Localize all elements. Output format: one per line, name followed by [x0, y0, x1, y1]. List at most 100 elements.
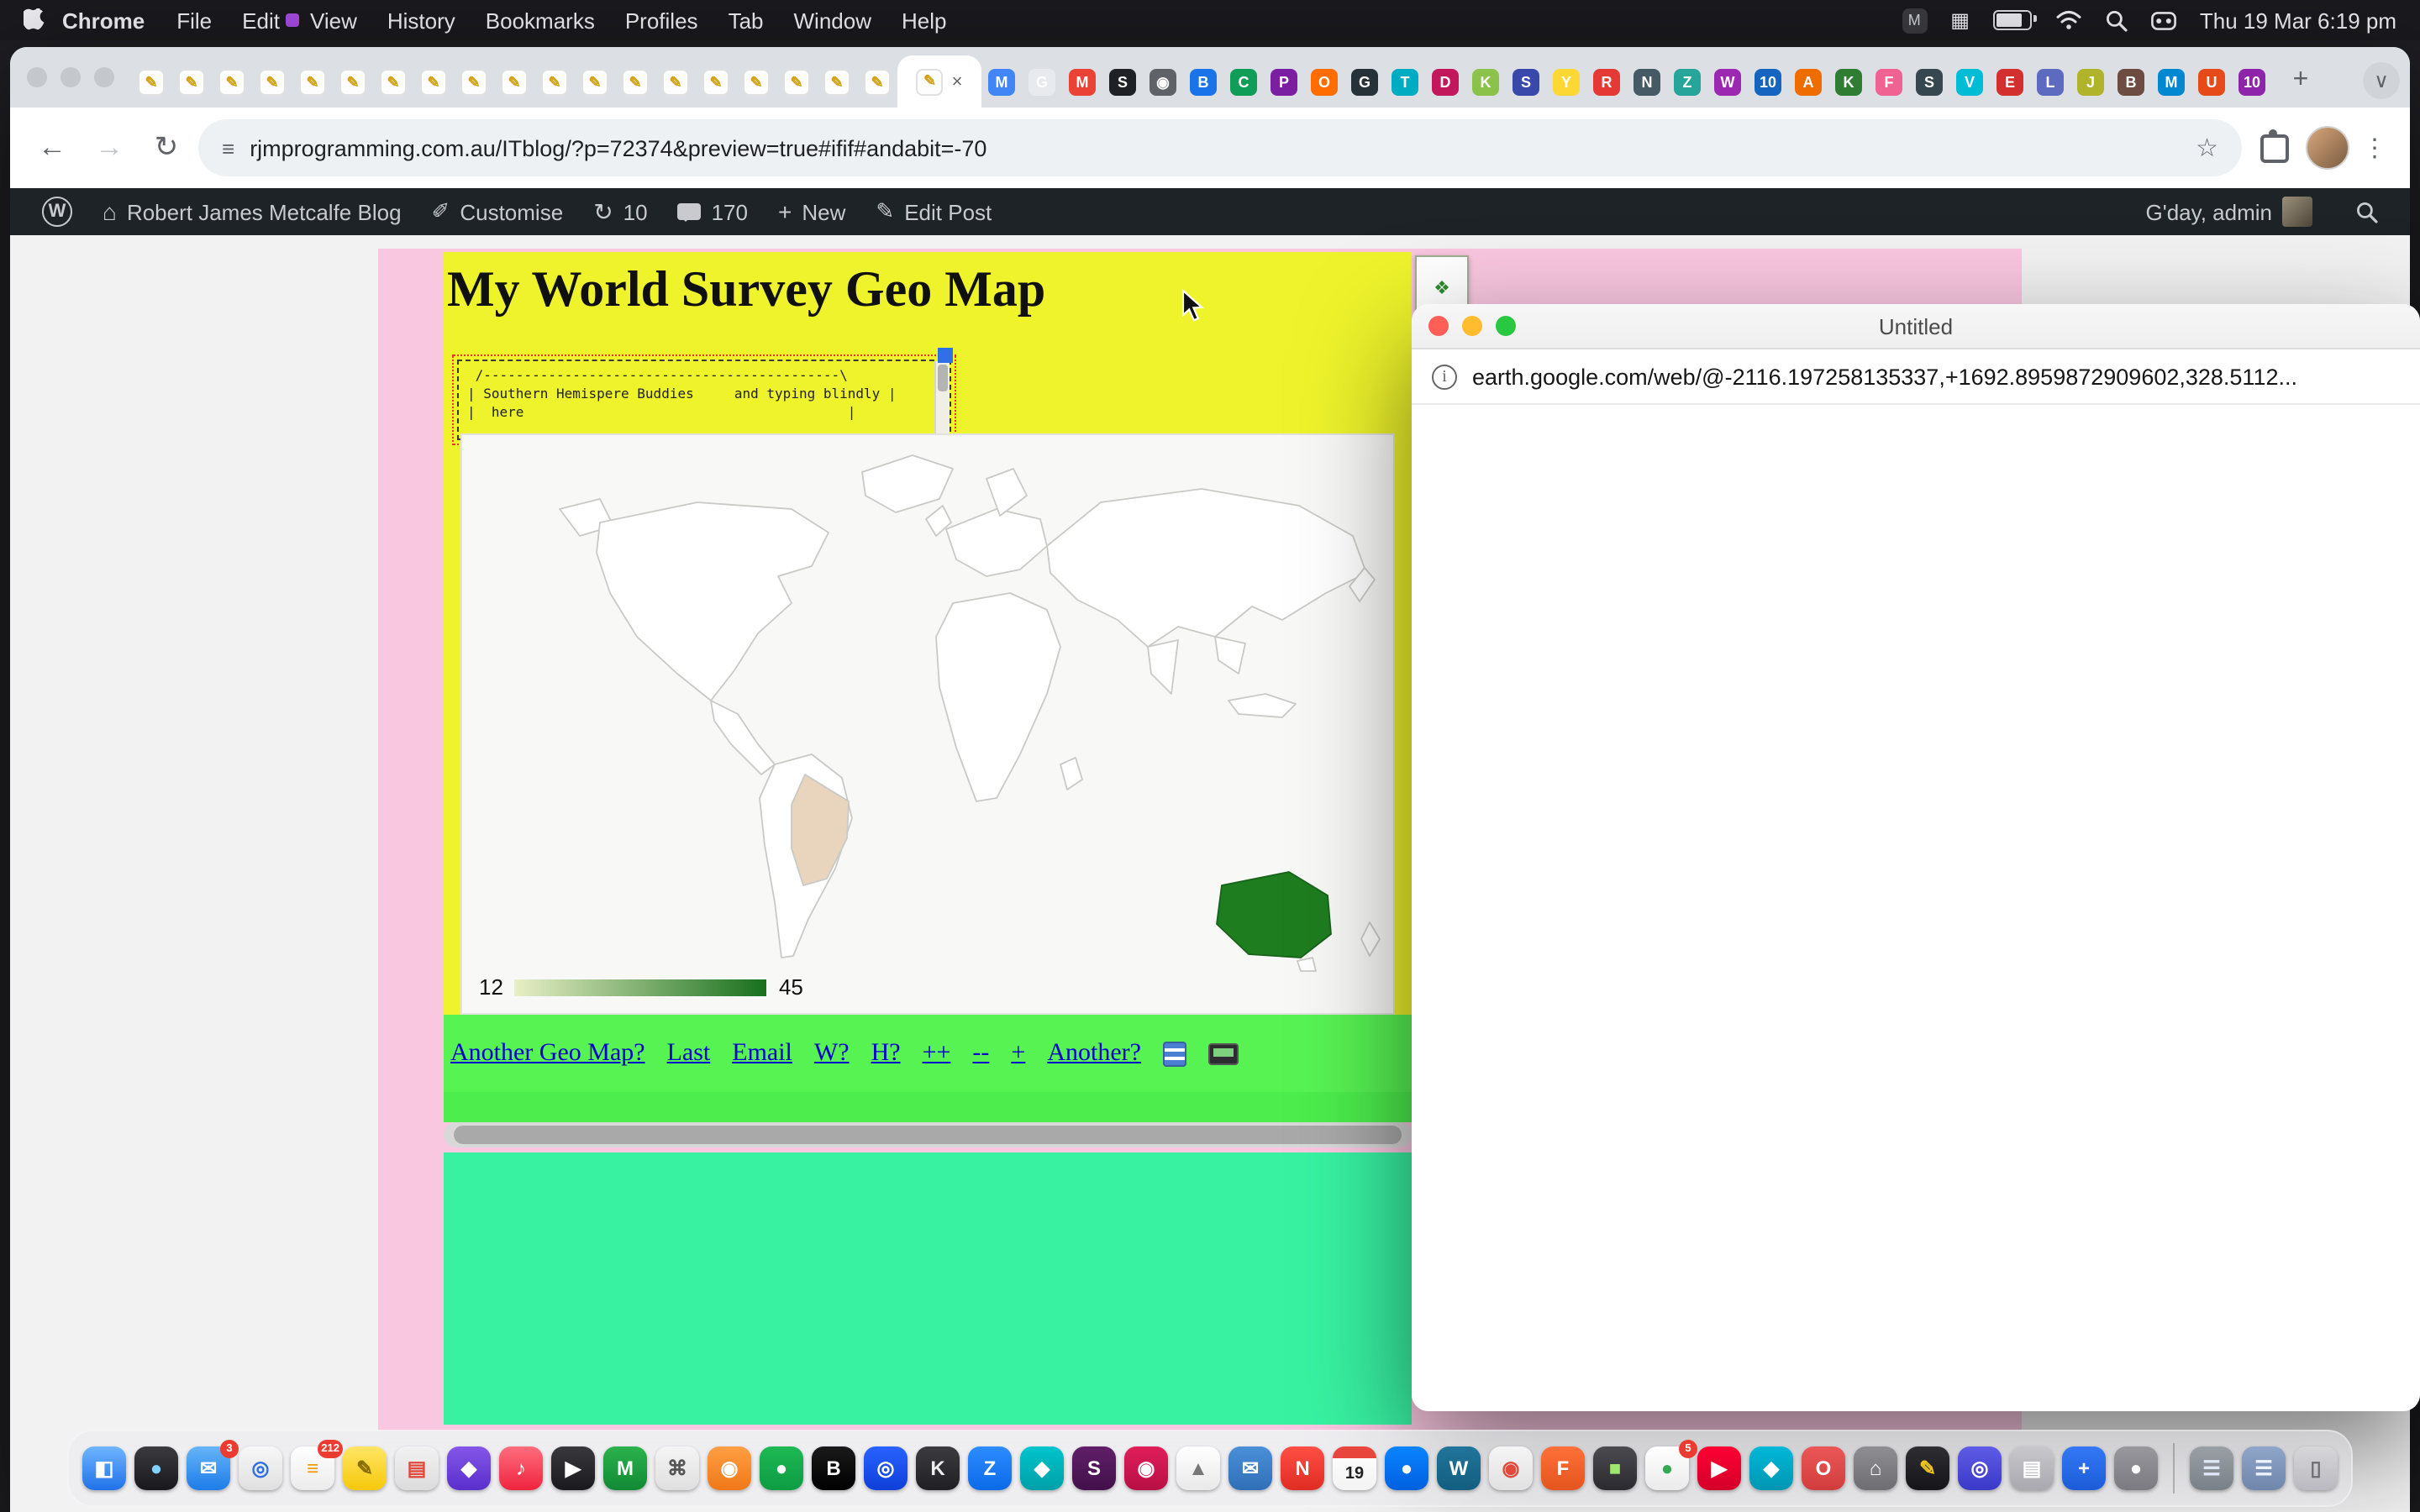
site-settings-icon[interactable]: ≡ [222, 135, 234, 160]
wp-updates-menu[interactable]: ↻ 10 [578, 188, 662, 235]
dock-icon-music[interactable]: ♪ [499, 1446, 543, 1490]
page-link[interactable]: Another Geo Map? [450, 1039, 645, 1068]
minimize-window-button[interactable] [60, 67, 81, 87]
horizontal-scrollbar[interactable] [444, 1122, 1412, 1147]
profile-avatar[interactable] [2306, 126, 2349, 170]
dock-icon-editor[interactable]: ✎ [1906, 1446, 1949, 1490]
browser-tab[interactable]: M [1062, 57, 1102, 108]
dock-icon-news[interactable]: N [1281, 1446, 1324, 1490]
browser-tab[interactable]: M [2151, 57, 2191, 108]
page-link[interactable]: ++ [923, 1039, 951, 1068]
dock-icon-app-k[interactable]: K [916, 1446, 960, 1490]
dock-icon-app-pink[interactable]: ◉ [1124, 1446, 1168, 1490]
dock-icon-tv[interactable]: ▶ [551, 1446, 595, 1490]
close-window-button[interactable] [27, 67, 47, 87]
menu-bookmarks[interactable]: Bookmarks [471, 8, 610, 33]
browser-tab[interactable]: ✎ [575, 57, 615, 108]
browser-tab[interactable]: F [1869, 57, 1909, 108]
browser-menu-icon[interactable]: ⋮ [2356, 133, 2393, 163]
reload-button[interactable]: ↻ [141, 123, 192, 173]
browser-tab[interactable]: 10 [2232, 57, 2272, 108]
url-text[interactable]: rjmprogramming.com.au/ITblog/?p=72374&pr… [250, 135, 2181, 160]
page-link[interactable]: -- [972, 1039, 989, 1068]
browser-tab[interactable]: Z [1667, 57, 1707, 108]
dock-icon-home[interactable]: ⌂ [1854, 1446, 1897, 1490]
page-link[interactable]: Email [732, 1039, 792, 1068]
untitled-url-row[interactable]: i earth.google.com/web/@-2116.1972581353… [1412, 349, 2420, 405]
dock-icon-app-dark-dot[interactable]: ● [134, 1446, 178, 1490]
browser-tab[interactable]: S [1506, 57, 1546, 108]
dock-icon-podcasts[interactable]: ◆ [447, 1446, 491, 1490]
browser-tab[interactable]: S [1102, 57, 1143, 108]
browser-tab[interactable]: O [1304, 57, 1344, 108]
browser-tab[interactable]: ✎ [292, 57, 333, 108]
dock-icon-chrome[interactable]: ●5 [1645, 1446, 1689, 1490]
wp-site-menu[interactable]: ⌂ Robert James Metcalfe Blog [87, 188, 417, 235]
browser-tab[interactable]: T [1385, 57, 1425, 108]
page-link[interactable]: W? [814, 1039, 850, 1068]
browser-tab[interactable]: ✎ [333, 57, 373, 108]
dock-icon-app-dot[interactable]: ● [1385, 1446, 1428, 1490]
page-link[interactable]: Another? [1047, 1039, 1141, 1068]
untitled-titlebar[interactable]: Untitled [1412, 304, 2420, 349]
menu-file[interactable]: File [161, 8, 227, 33]
dock-icon-app-dark[interactable]: ■ [1593, 1446, 1637, 1490]
browser-tab[interactable]: C [1223, 57, 1264, 108]
browser-tab[interactable]: ◉ [1143, 57, 1183, 108]
browser-tab[interactable]: ✎ [454, 57, 494, 108]
back-button[interactable]: ← [27, 123, 77, 173]
browser-tab[interactable]: B [1183, 57, 1223, 108]
dock-icon-app-light[interactable]: ▲ [1176, 1446, 1220, 1490]
dock-icon-documents-folder[interactable]: ☰ [2242, 1446, 2286, 1490]
scrollbar-thumb[interactable] [454, 1126, 1402, 1144]
browser-tab[interactable]: ✎ [212, 57, 252, 108]
apple-menu-icon[interactable] [24, 8, 45, 33]
browser-tab[interactable]: D [1425, 57, 1465, 108]
dock-icon-notes[interactable]: ✎ [343, 1446, 387, 1490]
window-controls[interactable] [27, 47, 114, 108]
dock-icon-app-indigo[interactable]: ◎ [1958, 1446, 2002, 1490]
browser-tab[interactable]: S [1909, 57, 1949, 108]
browser-tab[interactable]: E [1990, 57, 2030, 108]
wifi-icon[interactable] [2055, 10, 2082, 30]
wp-search-icon[interactable] [2341, 201, 2393, 223]
dock-icon-app-gray[interactable]: ● [2114, 1446, 2158, 1490]
menu-view[interactable]: View [295, 8, 372, 33]
browser-tab[interactable]: ✎ [615, 57, 655, 108]
wp-new-menu[interactable]: + New [763, 188, 860, 235]
menu-tab[interactable]: Tab [713, 8, 779, 33]
browser-tab[interactable]: K [1828, 57, 1869, 108]
dock-icon-wordpress[interactable]: W [1437, 1446, 1481, 1490]
browser-tab[interactable]: K [1465, 57, 1506, 108]
forward-button[interactable]: → [84, 123, 134, 173]
menubar-clock[interactable]: Thu 19 Mar 6:19 pm [2200, 8, 2396, 33]
wp-logo-menu[interactable]: W [27, 188, 87, 235]
untitled-window[interactable]: Untitled i earth.google.com/web/@-2116.1… [1412, 304, 2420, 1411]
dock-icon-finder[interactable]: ◧ [82, 1446, 126, 1490]
menu-history[interactable]: History [372, 8, 471, 33]
notebook-icon[interactable] [1163, 1041, 1186, 1066]
dock-icon-zoom[interactable]: Z [968, 1446, 1012, 1490]
browser-tab[interactable]: ✎ [857, 57, 897, 108]
wp-customise-menu[interactable]: ✐ Customise [417, 188, 579, 235]
page-link[interactable]: Last [667, 1039, 711, 1068]
browser-tab[interactable]: ✎ [171, 57, 212, 108]
dock-icon-spotify[interactable]: ● [760, 1446, 803, 1490]
dock-icon-app-teal[interactable]: ◆ [1020, 1446, 1064, 1490]
browser-tab[interactable]: ✎ [655, 57, 696, 108]
status-app-icon[interactable]: M [1902, 8, 1927, 33]
page-link[interactable]: H? [871, 1039, 901, 1068]
menu-profiles[interactable]: Profiles [610, 8, 713, 33]
bookmark-star-icon[interactable]: ☆ [2196, 133, 2218, 163]
dock-icon-app-b[interactable]: B [812, 1446, 855, 1490]
browser-tab[interactable]: V [1949, 57, 1990, 108]
tab-search-chevron-icon[interactable]: ∨ [2363, 62, 2400, 99]
dock-icon-reminders[interactable]: ≡212 [291, 1446, 334, 1490]
close-tab-icon[interactable]: × [952, 71, 963, 92]
dock-icon-settings[interactable]: ▤ [2010, 1446, 2054, 1490]
extensions-icon[interactable] [2249, 123, 2299, 173]
wp-account-menu[interactable]: G'day, admin [2131, 197, 2328, 227]
browser-tab[interactable]: ✎ [494, 57, 534, 108]
keyboard-grid-icon[interactable]: ▦ [1950, 8, 1970, 32]
battery-icon[interactable] [1993, 10, 2032, 30]
